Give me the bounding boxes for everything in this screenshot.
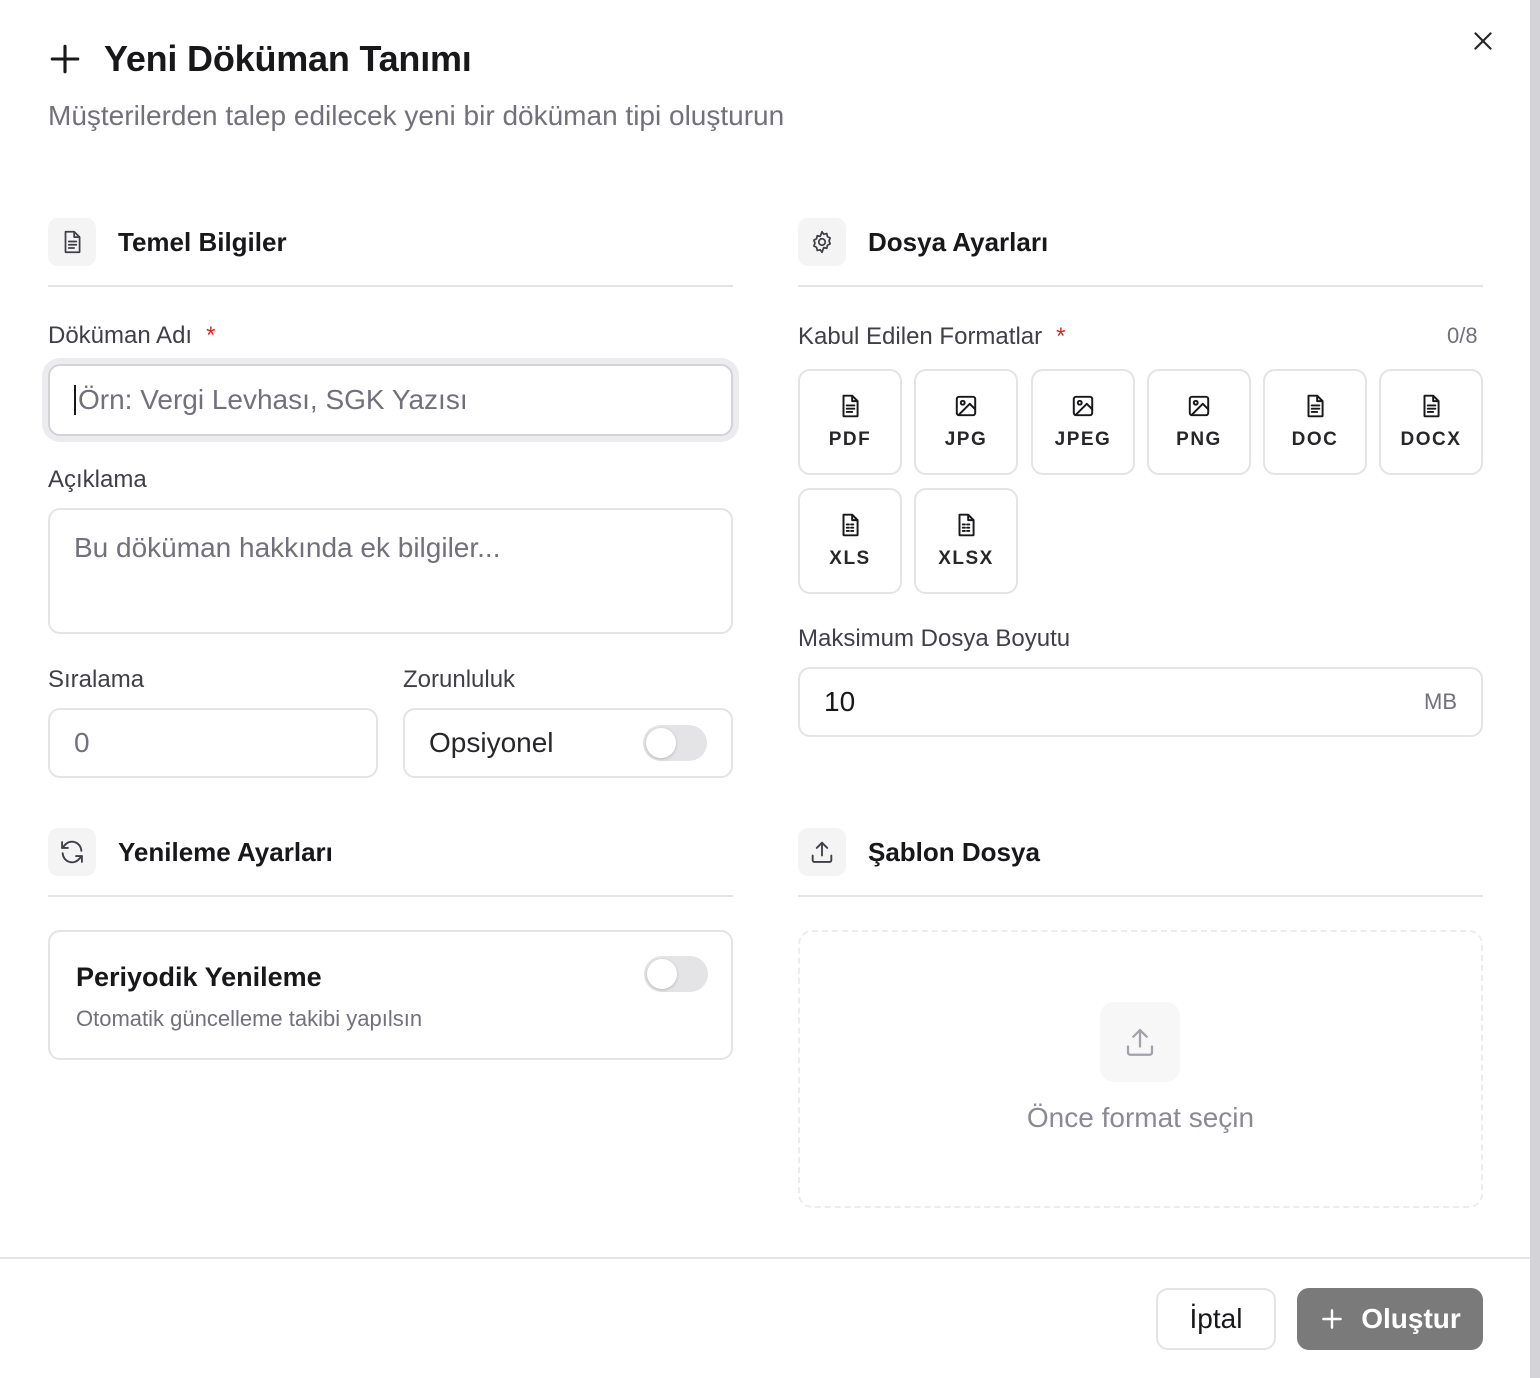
formats-counter: 0/8	[1447, 323, 1478, 348]
requirement-label: Zorunluluk	[403, 666, 516, 693]
format-option-xls[interactable]: XLS	[798, 488, 902, 594]
document-name-input[interactable]: Örn: Vergi Levhası, SGK Yazısı	[48, 364, 733, 436]
footer-divider	[0, 1257, 1530, 1259]
format-label: XLS	[829, 548, 871, 569]
text-caret	[74, 385, 76, 415]
modal-header: Yeni Döküman Tanımı	[48, 38, 472, 80]
modal-subtitle: Müşterilerden talep edilecek yeni bir dö…	[48, 100, 785, 131]
upload-icon	[798, 828, 846, 876]
file-settings-title: Dosya Ayarları	[868, 226, 1049, 257]
format-label: JPEG	[1054, 429, 1112, 450]
accepted-formats-label: Kabul Edilen Formatlar *	[798, 323, 1066, 350]
section-divider	[798, 285, 1483, 287]
template-dropzone[interactable]: Önce format seçin	[798, 930, 1483, 1208]
image-icon	[1072, 395, 1094, 417]
max-file-size-unit: MB	[1424, 689, 1457, 714]
close-button[interactable]	[1466, 24, 1500, 58]
section-divider	[798, 895, 1483, 897]
new-document-modal: Yeni Döküman Tanımı Müşterilerden talep …	[0, 0, 1530, 1378]
dropzone-text: Önce format seçin	[1026, 1102, 1255, 1133]
order-value: 0	[74, 727, 90, 758]
basic-info-title: Temel Bilgiler	[118, 226, 287, 257]
create-button[interactable]: Oluştur	[1297, 1288, 1483, 1350]
basic-info-header: Temel Bilgiler	[48, 218, 287, 266]
document-name-placeholder: Örn: Vergi Levhası, SGK Yazısı	[78, 384, 468, 415]
cancel-button[interactable]: İptal	[1156, 1288, 1276, 1350]
create-button-label: Oluştur	[1361, 1303, 1461, 1334]
format-label: XLSX	[938, 548, 994, 569]
format-option-pdf[interactable]: PDF	[798, 369, 902, 475]
section-divider	[48, 895, 733, 897]
format-option-png[interactable]: PNG	[1147, 369, 1251, 475]
close-icon	[1474, 32, 1492, 50]
template-header: Şablon Dosya	[798, 828, 1040, 876]
max-file-size-label: Maksimum Dosya Boyutu	[798, 625, 1071, 652]
section-divider	[48, 285, 733, 287]
order-input[interactable]: 0	[48, 708, 378, 778]
description-label: Açıklama	[48, 466, 147, 493]
upload-icon	[1100, 1002, 1180, 1082]
modal-title: Yeni Döküman Tanımı	[104, 38, 472, 79]
description-placeholder: Bu döküman hakkında ek bilgiler...	[74, 532, 501, 563]
background-overlay-edge	[1530, 0, 1540, 1378]
renewal-header: Yenileme Ayarları	[48, 828, 333, 876]
template-title: Şablon Dosya	[868, 836, 1040, 867]
refresh-icon	[48, 828, 96, 876]
format-label: DOCX	[1400, 429, 1462, 450]
order-label: Sıralama	[48, 666, 145, 693]
description-textarea[interactable]: Bu döküman hakkında ek bilgiler...	[48, 508, 733, 634]
file-settings-header: Dosya Ayarları	[798, 218, 1048, 266]
max-file-size-input[interactable]: 10 MB	[798, 667, 1483, 737]
format-option-docx[interactable]: DOCX	[1379, 369, 1483, 475]
image-icon	[1188, 395, 1210, 417]
format-option-doc[interactable]: DOC	[1263, 369, 1367, 475]
file-spreadsheet-icon	[842, 513, 859, 537]
format-label: JPG	[944, 429, 988, 450]
periodic-renewal-subtitle: Otomatik güncelleme takibi yapılsın	[76, 1006, 423, 1031]
file-text-icon	[48, 218, 96, 266]
periodic-renewal-card: Periyodik Yenileme Otomatik güncelleme t…	[48, 930, 733, 1060]
plus-icon	[48, 42, 82, 76]
periodic-renewal-title: Periyodik Yenileme	[76, 962, 322, 992]
file-spreadsheet-icon	[958, 513, 975, 537]
file-text-icon	[842, 394, 859, 418]
document-name-label: Döküman Adı *	[48, 322, 216, 349]
periodic-renewal-toggle[interactable]	[644, 956, 708, 992]
format-option-jpeg[interactable]: JPEG	[1031, 369, 1135, 475]
max-file-size-value: 10	[824, 686, 856, 717]
format-option-jpg[interactable]: JPG	[914, 369, 1018, 475]
cancel-button-label: İptal	[1189, 1303, 1243, 1334]
format-label: PNG	[1176, 429, 1222, 450]
format-label: DOC	[1291, 429, 1339, 450]
requirement-toggle[interactable]	[643, 725, 707, 761]
image-icon	[955, 395, 977, 417]
renewal-title: Yenileme Ayarları	[118, 836, 333, 867]
file-text-icon	[1423, 394, 1440, 418]
requirement-value: Opsiyonel	[429, 727, 554, 758]
plus-icon	[1322, 1309, 1343, 1329]
format-option-xlsx[interactable]: XLSX	[914, 488, 1018, 594]
format-label: PDF	[828, 429, 872, 450]
file-text-icon	[1307, 394, 1324, 418]
gear-icon	[798, 218, 846, 266]
